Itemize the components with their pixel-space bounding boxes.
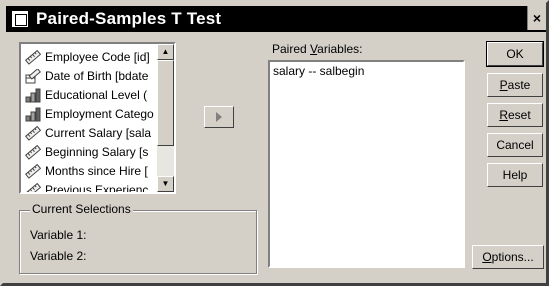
current-selections-group: Current Selections Variable 1: Variable …	[19, 202, 257, 274]
ordinal-bars-icon	[25, 88, 41, 103]
title-bar[interactable]: Paired-Samples T Test ×	[6, 6, 546, 32]
paired-variables-list[interactable]: salary -- salbegin	[268, 60, 465, 268]
group-title: Current Selections	[30, 202, 133, 216]
ok-button[interactable]: OK	[486, 41, 544, 67]
scale-ruler-icon	[25, 182, 42, 192]
scale-ruler-icon	[25, 144, 42, 160]
paste-button[interactable]: Paste	[487, 73, 543, 97]
list-item[interactable]: salary -- salbegin	[273, 64, 364, 78]
source-variable-list[interactable]: Employee Code [id] Date of Birth [bdate Ed…	[19, 42, 176, 194]
list-item-label: Previous Experienc	[45, 183, 149, 194]
list-item[interactable]: Educational Level (	[23, 86, 154, 105]
scroll-up-button[interactable]: ▲	[157, 44, 174, 60]
close-button[interactable]: ×	[527, 6, 546, 30]
list-item[interactable]: Months since Hire [	[23, 162, 154, 181]
list-item[interactable]: Beginning Salary [s	[23, 143, 154, 162]
window-title: Paired-Samples T Test	[36, 9, 222, 28]
cancel-button[interactable]: Cancel	[487, 133, 543, 157]
ordinal-bars-icon	[25, 107, 41, 122]
scale-ruler-icon	[25, 49, 42, 65]
help-button[interactable]: Help	[487, 163, 543, 187]
list-item-label: Beginning Salary [s	[45, 145, 149, 159]
variable-2-label: Variable 2:	[30, 249, 87, 263]
paired-variables-label: Paired Variables:	[272, 42, 363, 56]
scale-ruler-icon	[25, 163, 42, 179]
list-item-label: Employee Code [id]	[45, 50, 150, 64]
scale-ruler-icon	[25, 125, 42, 141]
list-item-label: Months since Hire [	[45, 164, 148, 178]
list-item-label: Date of Birth [bdate	[45, 69, 149, 83]
list-item-label: Educational Level (	[45, 88, 148, 102]
date-ruler-icon	[25, 68, 41, 84]
scroll-thumb[interactable]	[157, 60, 174, 146]
options-button[interactable]: Options...	[472, 245, 544, 269]
list-item-label: Current Salary [sala	[45, 126, 152, 140]
move-variables-button[interactable]	[204, 106, 234, 128]
vertical-scrollbar[interactable]: ▲ ▼	[157, 44, 174, 192]
list-item[interactable]: Employee Code [id]	[23, 48, 154, 67]
variable-1-label: Variable 1:	[30, 228, 87, 242]
list-item-label: Employment Catego	[45, 107, 154, 121]
right-arrow-icon	[216, 112, 222, 122]
list-item[interactable]: Current Salary [sala	[23, 124, 154, 143]
list-item[interactable]: Date of Birth [bdate	[23, 67, 154, 86]
reset-button[interactable]: Reset	[487, 103, 543, 127]
scroll-down-button[interactable]: ▼	[157, 176, 174, 192]
window-icon	[12, 11, 28, 27]
list-item[interactable]: Previous Experienc	[23, 181, 154, 194]
list-item[interactable]: Employment Catego	[23, 105, 154, 124]
